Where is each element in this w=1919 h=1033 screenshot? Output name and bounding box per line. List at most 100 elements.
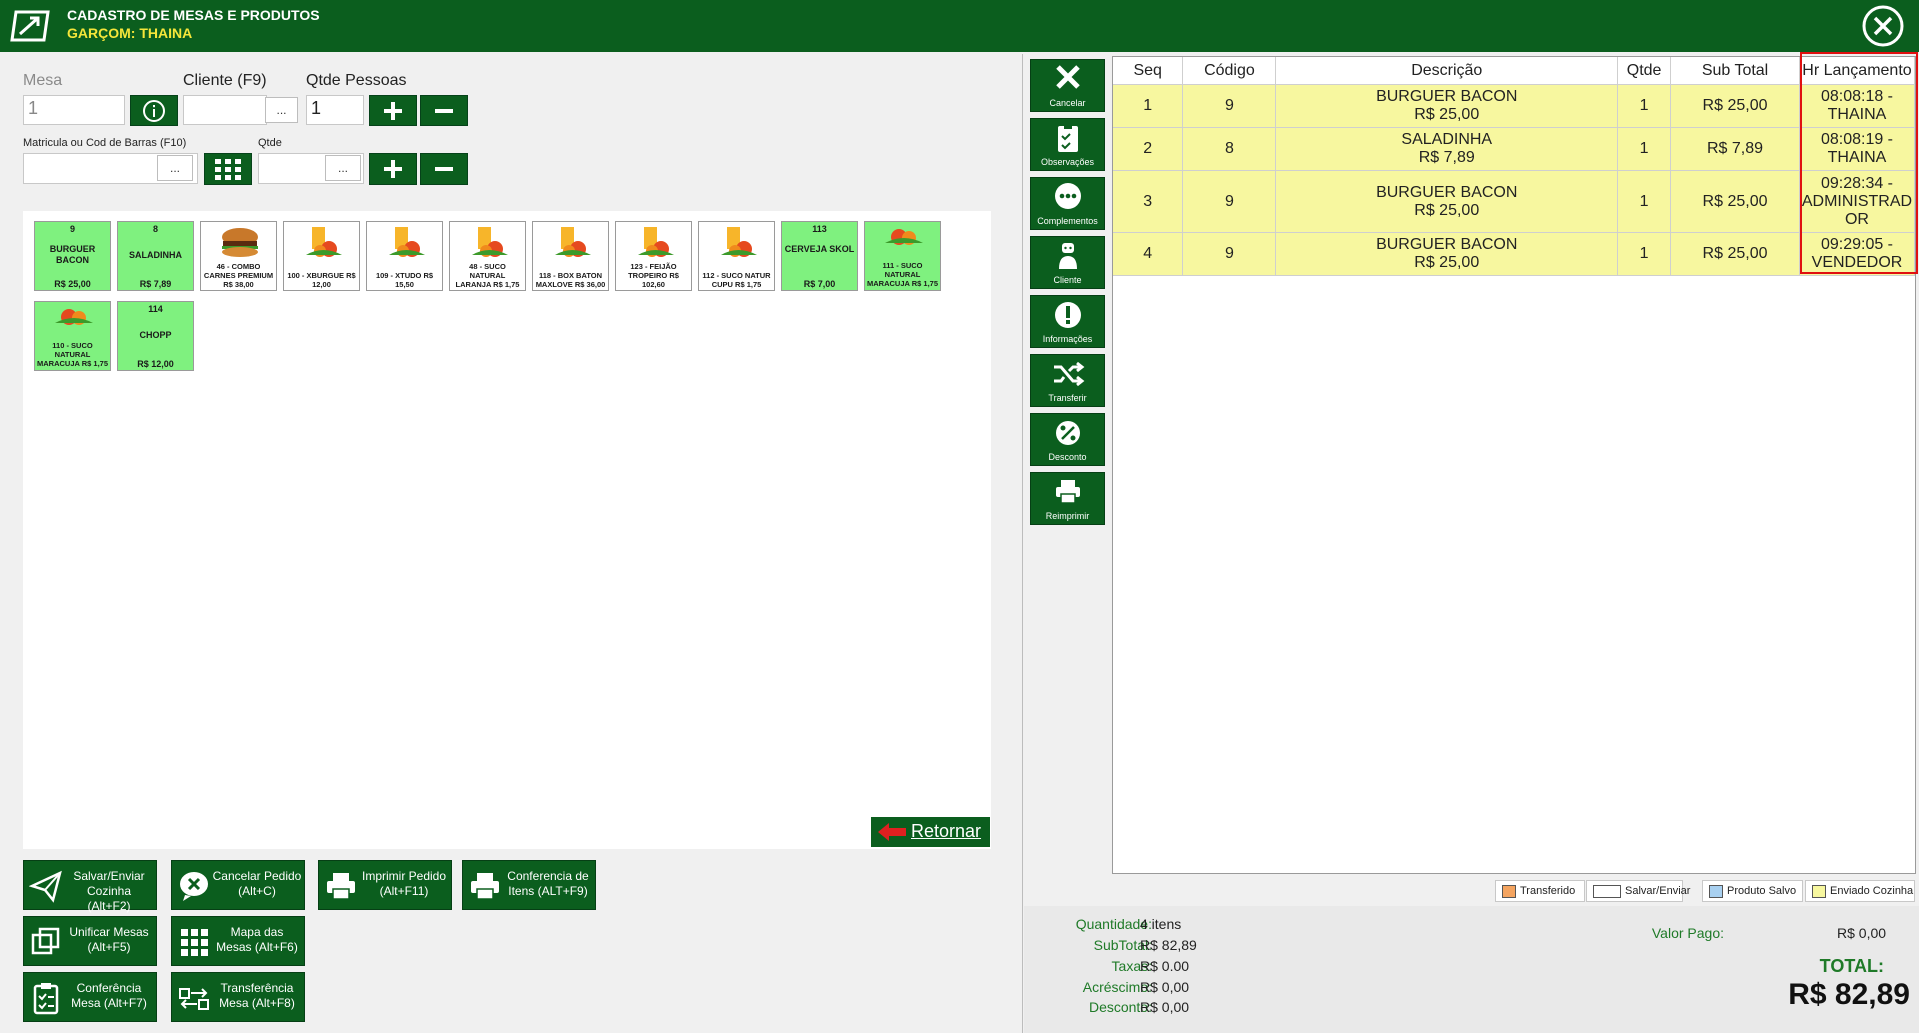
side-reprint-button[interactable]: Reimprimir (1030, 472, 1105, 525)
totals-panel: Quantidade: 4 itens SubTotal: R$ 82,89 T… (1024, 906, 1919, 1033)
column-header[interactable]: Sub Total (1670, 57, 1800, 85)
person-icon (1059, 243, 1077, 269)
side-complements-button[interactable]: Complementos (1030, 177, 1105, 230)
return-label: Retornar (911, 821, 982, 841)
info-button[interactable] (130, 95, 178, 126)
column-header[interactable]: Qtde (1617, 57, 1672, 85)
valor-pago-label: Valor Pago: (1651, 925, 1724, 941)
plus-icon (384, 160, 402, 178)
table-check-button[interactable]: Conferência Mesa (Alt+F7) (23, 972, 157, 1022)
printer-icon (471, 873, 499, 900)
column-header[interactable]: Código (1182, 57, 1277, 85)
waiter-name: GARÇOM: THAINA (67, 25, 193, 41)
table-row[interactable]: 3 9 BURGUER BACON R$ 25,00 1 R$ 25,00 09:… (1113, 170, 1916, 233)
juice-fruit-image-icon (389, 227, 425, 257)
product-tile[interactable]: 9 BURGUER BACON R$ 25,00 (34, 221, 111, 291)
product-tile[interactable]: 112 - SUCO NATUR CUPU R$ 1,75 (698, 221, 775, 291)
items-check-button[interactable]: Conferencia de Itens (ALT+F9) (462, 860, 596, 910)
qtde-pessoas-input[interactable]: 1 (306, 95, 364, 125)
acrescimo-label: Acréscimo: (1082, 979, 1152, 995)
tables-map-button[interactable]: Mapa das Mesas (Alt+F6) (171, 916, 305, 966)
legend-swatch (1502, 885, 1516, 898)
increment-pessoas-button[interactable] (369, 95, 417, 126)
minus-icon (435, 167, 453, 171)
legend-item: Salvar/Enviar (1586, 880, 1690, 902)
cancel-chat-icon (180, 872, 208, 901)
desconto-value: R$ 0,00 (1140, 999, 1190, 1015)
side-transfer-button[interactable]: Transferir (1030, 354, 1105, 407)
column-header[interactable]: Descrição (1275, 57, 1619, 85)
acrescimo-value: R$ 0,00 (1140, 979, 1190, 995)
product-tile[interactable]: 113 CERVEJA SKOL R$ 7,00 (781, 221, 858, 291)
save-send-kitchen-button[interactable]: Salvar/Enviar Cozinha (Alt+F2) (23, 860, 157, 913)
side-cancel-button[interactable]: Cancelar (1030, 59, 1105, 112)
qtde-pessoas-label: Qtde Pessoas (306, 72, 407, 89)
info-icon (143, 99, 165, 122)
highlight-box (1800, 52, 1918, 274)
product-panel: 9 BURGUER BACON R$ 25,00 8 SALADINHA R$ … (23, 211, 991, 849)
cliente-search-button[interactable]: ... (265, 97, 298, 123)
total-value: R$ 82,89 (1788, 978, 1910, 1011)
product-tile[interactable]: 109 - XTUDO R$ 15,50 (366, 221, 443, 291)
send-icon (29, 870, 62, 903)
cliente-label: Cliente (F9) (183, 72, 267, 89)
product-tile[interactable]: 123 - FEIJÃO TROPEIRO R$ 102,60 (615, 221, 692, 291)
close-icon[interactable] (1861, 4, 1905, 48)
table-row[interactable]: 4 9 BURGUER BACON R$ 25,00 1 R$ 25,00 09:… (1113, 232, 1916, 276)
mesa-input[interactable]: 1 (23, 95, 125, 125)
table-row[interactable]: 2 8 SALADINHA R$ 7,89 1 R$ 7,89 08:08:19 … (1113, 127, 1916, 171)
product-tile[interactable]: 114 CHOPP R$ 12,00 (117, 301, 194, 371)
cancel-order-button[interactable]: Cancelar Pedido (Alt+C) (171, 860, 305, 910)
column-header[interactable]: Seq (1113, 57, 1184, 85)
qtde-search-button[interactable]: ... (325, 155, 361, 181)
fruit-image-icon (55, 309, 93, 325)
keypad-grid-icon (215, 159, 241, 180)
total-label: TOTAL: (1819, 956, 1884, 976)
legend-swatch (1593, 885, 1621, 898)
items-grid: Seq Código Descrição Qtde Sub Total Hr L… (1112, 56, 1916, 874)
side-client-button[interactable]: Cliente (1030, 236, 1105, 289)
side-information-button[interactable]: Informações (1030, 295, 1105, 348)
transfer-table-button[interactable]: Transferência Mesa (Alt+F8) (171, 972, 305, 1022)
matricula-label: Matricula ou Cod de Barras (F10) (23, 137, 187, 149)
product-tile[interactable]: 48 - SUCO NATURAL LARANJA R$ 1,75 (449, 221, 526, 291)
mesa-label: Mesa (23, 72, 63, 89)
legend-item: Produto Salvo (1702, 880, 1803, 902)
product-tile[interactable]: 8 SALADINHA R$ 7,89 (117, 221, 194, 291)
transfer-icon (179, 988, 209, 1010)
juice-fruit-image-icon (638, 227, 674, 257)
chat-dots-icon (1055, 183, 1081, 209)
product-tile[interactable]: 111 - SUCO NATURAL MARACUJA R$ 1,75 (864, 221, 941, 291)
legend-swatch (1709, 885, 1723, 898)
return-button[interactable]: Retornar (871, 817, 990, 847)
printer-icon (1056, 480, 1080, 504)
legend-swatch (1812, 885, 1826, 898)
cliente-input[interactable] (183, 95, 267, 125)
juice-fruit-image-icon (306, 227, 342, 257)
print-order-button[interactable]: Imprimir Pedido (Alt+F11) (318, 860, 452, 910)
x-icon (1056, 65, 1080, 89)
window-title: CADASTRO DE MESAS E PRODUTOS (67, 7, 320, 23)
keypad-button[interactable] (204, 153, 252, 185)
panel-divider (1022, 54, 1023, 1033)
clipboard-check-icon (1058, 124, 1078, 152)
side-discount-button[interactable]: Desconto (1030, 413, 1105, 466)
juice-fruit-image-icon (721, 227, 757, 257)
qtde-label: Qtde (258, 137, 282, 149)
decrement-pessoas-button[interactable] (420, 95, 468, 126)
product-tile[interactable]: 46 - COMBO CARNES PREMIUM R$ 38,00 (200, 221, 277, 291)
increment-qtde-button[interactable] (369, 153, 417, 185)
desconto-label: Desconto: (1088, 999, 1152, 1015)
barcode-search-button[interactable]: ... (157, 155, 193, 181)
product-tile[interactable]: 110 - SUCO NATURAL MARACUJA R$ 1,75 (34, 301, 111, 371)
product-tile[interactable]: 118 - BOX BATON MAXLOVE R$ 36,00 (532, 221, 609, 291)
merge-icon (31, 927, 60, 955)
taxas-value: R$ 0.00 (1140, 958, 1190, 974)
merge-tables-button[interactable]: Unificar Mesas (Alt+F5) (23, 916, 157, 966)
decrement-qtde-button[interactable] (420, 153, 468, 185)
product-tile[interactable]: 100 - XBURGUE R$ 12,00 (283, 221, 360, 291)
alert-icon (1055, 302, 1081, 328)
table-row[interactable]: 1 9 BURGUER BACON R$ 25,00 1 R$ 25,00 08:… (1113, 84, 1916, 128)
side-observations-button[interactable]: Observações (1030, 118, 1105, 171)
items-table: Seq Código Descrição Qtde Sub Total Hr L… (1113, 57, 1916, 276)
